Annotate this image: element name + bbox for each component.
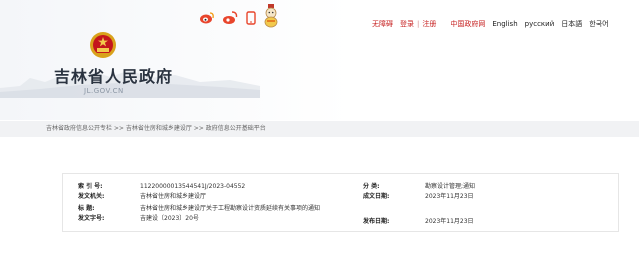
doc-number-value: 吉建设〔2023〕20号 [140,215,199,222]
site-domain: JL.GOV.CN [84,87,124,95]
created-date-value: 2023年11月23日 [425,193,474,200]
weibo-icon[interactable] [199,10,215,26]
top-link-bar: 无障碍 登录 | 注册 中国政府网 English русский 日本語 한국어 [372,19,609,29]
issuer-label: 发文机关: [78,193,105,200]
mascot-icon[interactable] [263,4,279,28]
accessibility-link[interactable]: 无障碍 [372,19,393,29]
gov-cn-link[interactable]: 中国政府网 [450,19,485,29]
korean-link[interactable]: 한국어 [589,19,608,29]
national-emblem-icon[interactable] [88,30,118,60]
phone-icon[interactable] [246,10,256,26]
login-link[interactable]: 登录 [400,19,414,29]
published-date-label: 发布日期: [363,218,390,225]
breadcrumb[interactable]: 吉林省政府信息公开专栏 >> 吉林省住房和城乡建设厅 >> 政府信息公开基础平台 [46,123,266,132]
register-link[interactable]: 注册 [422,19,436,29]
link-divider: | [417,20,420,28]
index-label: 索 引 号: [78,183,103,190]
russian-link[interactable]: русский [525,19,555,29]
category-label: 分 类: [363,183,380,190]
english-link[interactable]: English [492,19,517,29]
category-value: 勘察设计管理;通知 [425,183,476,190]
japanese-link[interactable]: 日本語 [561,19,582,29]
title-label: 标 题: [78,205,95,212]
index-value: 11220000013544541J/2023-04552 [140,183,246,190]
document-meta-panel [62,173,619,232]
doc-number-label: 发文字号: [78,215,105,222]
published-date-value: 2023年11月23日 [425,218,474,225]
panel-divider [63,231,618,232]
issuer-value: 吉林省住房和城乡建设厅 [140,193,207,200]
site-header: 吉林省人民政府 JL.GOV.CN 无障碍 登录 | 注册 中国政府网 English ру… [0,0,639,120]
title-value: 吉林省住房和城乡建设厅关于工程勘察设计资质延续有关事项的通知 [140,205,321,212]
site-title[interactable]: 吉林省人民政府 [54,63,173,87]
weibo-alt-icon[interactable] [222,10,238,26]
created-date-label: 成文日期: [363,193,390,200]
